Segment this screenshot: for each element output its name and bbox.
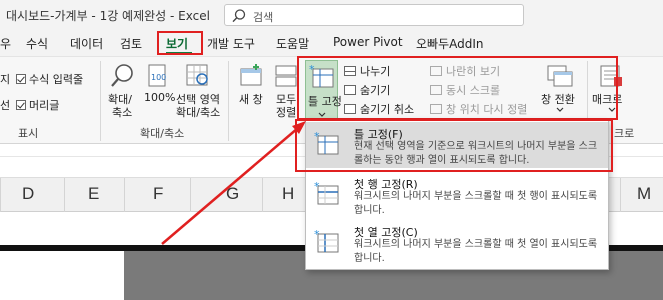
excel-window: { "title_bar": { "title": "대시보드-가계부 - 1강… xyxy=(0,0,663,300)
annotation-arrow xyxy=(161,121,306,245)
